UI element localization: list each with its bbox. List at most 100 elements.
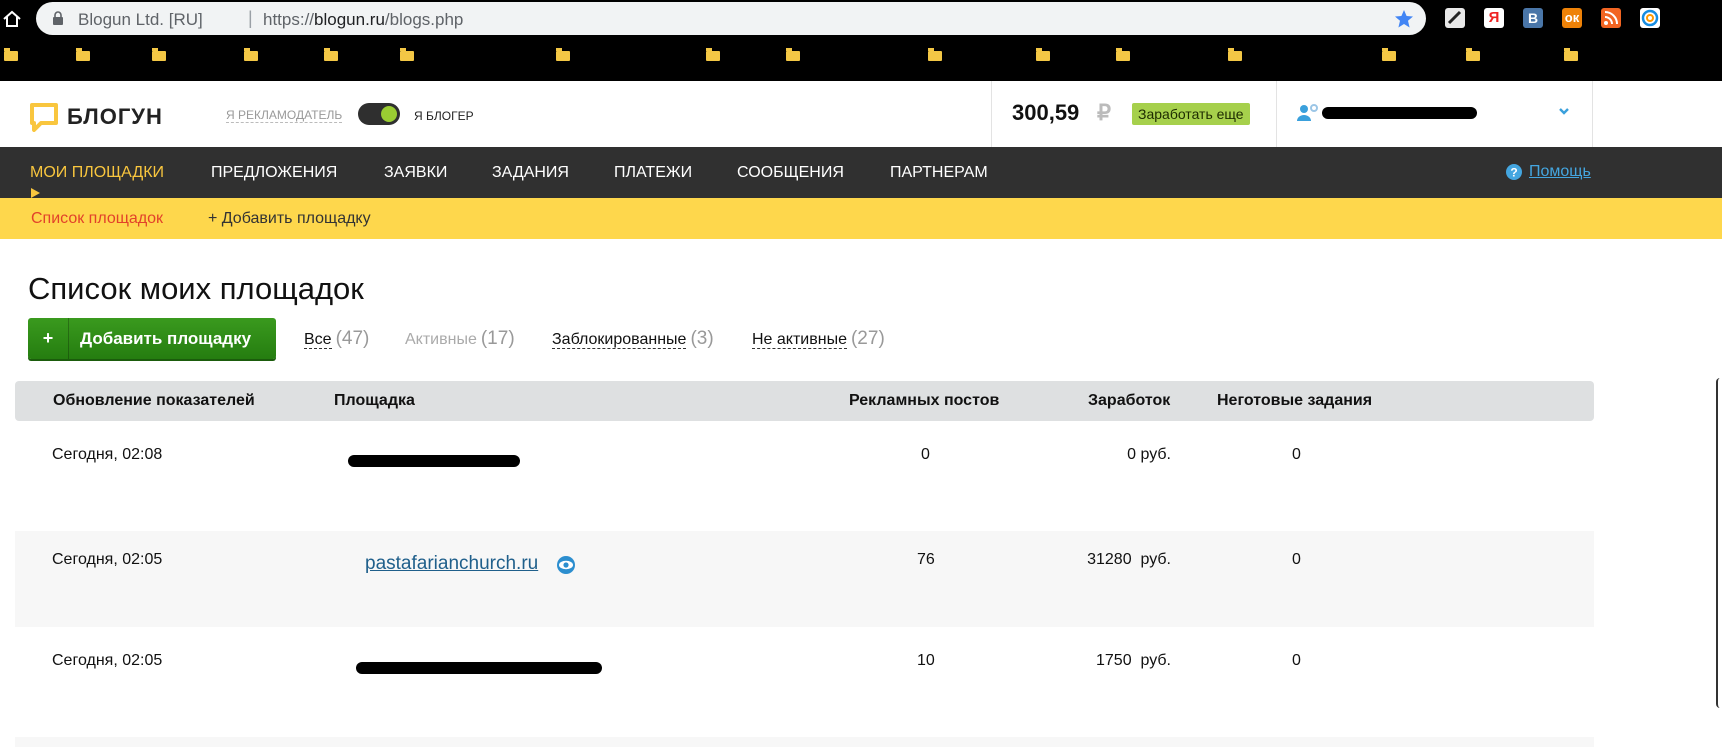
- site-link-redacted[interactable]: [348, 455, 520, 467]
- site-link[interactable]: pastafarianchurch.ru: [365, 553, 538, 574]
- vk-icon[interactable]: В: [1523, 8, 1543, 28]
- subnav-site-list[interactable]: Список площадок: [31, 210, 163, 228]
- bookmark-folder-icon[interactable]: [556, 48, 570, 61]
- plus-icon: +: [28, 318, 69, 359]
- toggle-knob: [381, 106, 397, 122]
- filter-all[interactable]: Все (47): [304, 328, 369, 350]
- earnings-cell: 0 руб.: [1127, 446, 1171, 463]
- bookmark-folder-icon[interactable]: [928, 48, 942, 61]
- logo-speech-bubble-icon: [30, 103, 58, 132]
- bookmark-folder-icon[interactable]: [152, 48, 166, 61]
- col-updated[interactable]: Обновление показателей: [53, 392, 255, 410]
- earnings-cell: 1750 руб.: [1096, 652, 1171, 669]
- bookmark-folder-icon[interactable]: [324, 48, 338, 61]
- bookmark-folder-icon[interactable]: [4, 48, 18, 61]
- posts-cell: 76: [917, 551, 935, 568]
- nav-messages[interactable]: СООБЩЕНИЯ: [737, 164, 844, 182]
- earn-more-button[interactable]: Заработать еще: [1132, 103, 1250, 125]
- bookmark-folder-icon[interactable]: [1228, 48, 1242, 61]
- nav-payments[interactable]: ПЛАТЕЖИ: [614, 164, 692, 182]
- bookmark-folder-icon[interactable]: [1564, 48, 1578, 61]
- role-toggle-switch[interactable]: [358, 103, 400, 125]
- add-site-button-label: Добавить площадку: [80, 329, 252, 348]
- yandex-icon[interactable]: Я: [1484, 8, 1504, 28]
- col-pending-tasks[interactable]: Неготовые задания: [1217, 392, 1372, 410]
- url-text[interactable]: https://blogun.ru/blogs.php: [263, 10, 463, 30]
- browser-toolbar: Blogun Ltd. [RU] | https://blogun.ru/blo…: [0, 0, 1722, 39]
- user-settings-icon: [1297, 104, 1318, 121]
- main-navigation: МОИ ПЛОЩАДКИ ПРЕДЛОЖЕНИЯ ЗАЯВКИ ЗАДАНИЯ …: [0, 147, 1722, 198]
- nav-active-indicator: [31, 188, 40, 198]
- url-separator: |: [248, 8, 253, 28]
- pending-cell: 0: [1292, 551, 1301, 568]
- rss-icon[interactable]: [1601, 8, 1621, 28]
- ruble-sign: ₽: [1097, 100, 1111, 125]
- posts-cell: 10: [917, 652, 935, 669]
- bookmark-folder-icon[interactable]: [1382, 48, 1396, 61]
- bookmark-folder-icon[interactable]: [76, 48, 90, 61]
- updated-cell: Сегодня, 02:05: [52, 551, 163, 568]
- nav-my-sites[interactable]: МОИ ПЛОЩАДКИ: [30, 164, 164, 182]
- bookmark-folder-icon[interactable]: [706, 48, 720, 61]
- bookmark-folder-icon[interactable]: [1466, 48, 1480, 61]
- filter-active[interactable]: Активные (17): [405, 328, 515, 350]
- chevron-down-icon[interactable]: [1558, 106, 1570, 116]
- balance-amount: 300,59: [1012, 100, 1080, 125]
- sites-table: Обновление показателей Площадка Рекламны…: [15, 381, 1594, 747]
- bookmark-folder-icon[interactable]: [400, 48, 414, 61]
- balance-panel: 300,59 ₽ Заработать еще: [991, 81, 1277, 147]
- role-advertiser-link[interactable]: Я РЕКЛАМОДАТЕЛЬ: [226, 109, 343, 123]
- nav-partners[interactable]: ПАРТНЕРАМ: [890, 164, 988, 182]
- user-menu[interactable]: [1276, 81, 1593, 147]
- pending-cell: 0: [1292, 446, 1301, 463]
- mail-icon[interactable]: [1640, 8, 1660, 28]
- help-question-icon: ?: [1506, 164, 1522, 180]
- extension-icon[interactable]: [1445, 8, 1465, 28]
- posts-cell: 0: [921, 446, 930, 463]
- sub-navigation: Список площадок + Добавить площадку: [0, 198, 1722, 239]
- nav-requests[interactable]: ЗАЯВКИ: [384, 164, 447, 182]
- eye-icon[interactable]: [555, 555, 577, 574]
- table-row: Сегодня, 02:05 pastafarianchurch.ru 76 3…: [15, 531, 1594, 627]
- filter-blocked[interactable]: Заблокированные (3): [552, 328, 714, 350]
- bookmark-folder-icon[interactable]: [1116, 48, 1130, 61]
- bookmark-star-icon[interactable]: [1394, 9, 1414, 29]
- nav-offers[interactable]: ПРЕДЛОЖЕНИЯ: [211, 164, 337, 182]
- filter-inactive[interactable]: Не активные (27): [752, 328, 885, 350]
- table-row: Сегодня, 02:08 0 0 руб. 0: [15, 421, 1594, 531]
- site-identity: Blogun Ltd. [RU]: [78, 10, 203, 29]
- updated-cell: Сегодня, 02:05: [52, 652, 163, 669]
- table-row-partial: [15, 737, 1594, 747]
- role-blogger-label: Я БЛОГЕР: [414, 109, 474, 123]
- lock-icon: [53, 11, 63, 25]
- updated-cell: Сегодня, 02:08: [52, 446, 163, 463]
- pending-cell: 0: [1292, 652, 1301, 669]
- earnings-cell: 31280 руб.: [1087, 551, 1171, 568]
- table-row: Сегодня, 02:05 10 1750 руб. 0: [15, 627, 1594, 737]
- bookmark-folder-icon[interactable]: [244, 48, 258, 61]
- logo-text: БЛОГУН: [67, 104, 163, 129]
- home-icon[interactable]: [2, 9, 22, 29]
- table-header: Обновление показателей Площадка Рекламны…: [15, 381, 1594, 421]
- add-site-button[interactable]: + Добавить площадку: [28, 318, 276, 359]
- bookmarks-bar: [0, 39, 1722, 81]
- help-link[interactable]: ? Помощь: [1505, 163, 1591, 181]
- nav-tasks[interactable]: ЗАДАНИЯ: [492, 164, 569, 182]
- help-label: Помощь: [1529, 163, 1591, 180]
- bookmark-folder-icon[interactable]: [1036, 48, 1050, 61]
- site-cell: pastafarianchurch.ru: [365, 553, 577, 575]
- bookmark-folder-icon[interactable]: [786, 48, 800, 61]
- site-logo[interactable]: БЛОГУН: [29, 102, 163, 132]
- col-ad-posts[interactable]: Рекламных постов: [849, 392, 999, 410]
- scrollbar-edge[interactable]: [1716, 378, 1722, 708]
- odnoklassniki-icon[interactable]: ок: [1562, 8, 1582, 28]
- site-link-redacted[interactable]: [356, 662, 602, 674]
- page-title: Список моих площадок: [28, 271, 364, 306]
- svg-text:?: ?: [1510, 166, 1517, 180]
- col-earnings[interactable]: Заработок: [1088, 392, 1170, 410]
- user-name-redacted: [1322, 107, 1477, 119]
- address-bar[interactable]: Blogun Ltd. [RU] | https://blogun.ru/blo…: [36, 2, 1426, 35]
- col-site[interactable]: Площадка: [334, 392, 415, 410]
- subnav-add-site[interactable]: + Добавить площадку: [208, 210, 371, 228]
- site-header: БЛОГУН Я РЕКЛАМОДАТЕЛЬ Я БЛОГЕР 300,59 ₽…: [0, 81, 1722, 147]
